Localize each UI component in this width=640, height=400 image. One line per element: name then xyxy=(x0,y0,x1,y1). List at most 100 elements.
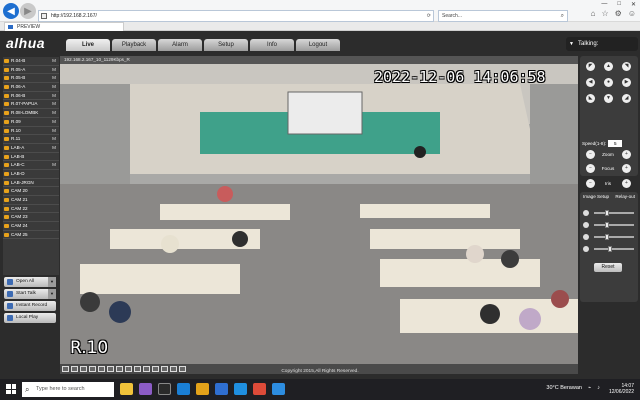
channel-label: R.05-A xyxy=(11,66,26,72)
channel-mark: M xyxy=(52,75,56,81)
app-icon[interactable] xyxy=(120,383,133,395)
folder-icon[interactable] xyxy=(196,383,209,395)
ptz-down-left-button[interactable]: ◣ xyxy=(586,94,595,103)
chevron-down-icon[interactable]: ▼ xyxy=(48,277,56,287)
channel-item[interactable]: R.06-B M xyxy=(3,92,59,101)
reset-button[interactable]: Reset xyxy=(594,263,622,272)
tab-bar: PREVIEW xyxy=(0,22,640,31)
ptz-left-button[interactable]: ◀ xyxy=(586,78,595,87)
iris-close-button[interactable]: − xyxy=(586,179,595,188)
focus-label: Focus xyxy=(601,166,615,171)
channel-item[interactable]: LAB-C M xyxy=(3,161,59,170)
talking-panel[interactable]: Talking: xyxy=(566,37,638,51)
ptz-up-right-button[interactable]: ◥ xyxy=(622,62,631,71)
ie-icon[interactable] xyxy=(234,383,247,395)
channel-label: R.05-B xyxy=(11,75,26,81)
zoom-icon[interactable] xyxy=(272,383,285,395)
zoom-in-button[interactable]: + xyxy=(622,150,631,159)
zoom-out-button[interactable]: − xyxy=(586,150,595,159)
refresh-icon[interactable]: ⟳ xyxy=(427,11,431,21)
channel-item[interactable]: R.07-PAPUA M xyxy=(3,100,59,110)
home-icon[interactable]: ⌂ xyxy=(591,9,596,18)
video-feed[interactable]: 2022-12-06 14:06:58 R.10 xyxy=(60,64,578,364)
channel-list: R.04-B M R.05-A M R.05-B M R.06-A M R.06-B M R.07-… xyxy=(3,57,59,275)
nav-setup[interactable]: Setup xyxy=(204,39,248,51)
talking-label: Talking: xyxy=(578,41,599,47)
tab-relay-out[interactable]: Relay-out xyxy=(615,194,635,199)
app-icon[interactable] xyxy=(139,383,152,395)
weather-text[interactable]: 30°C Berawan xyxy=(546,385,582,391)
channel-item[interactable]: R.09 M xyxy=(3,118,59,127)
focus-far-button[interactable]: + xyxy=(622,164,631,173)
ptz-up-left-button[interactable]: ◤ xyxy=(586,62,595,71)
logo-text: alhua xyxy=(6,35,46,51)
ptz-up-button[interactable]: ▲ xyxy=(604,62,613,71)
ptz-down-button[interactable]: ▼ xyxy=(604,94,613,103)
slider-knob[interactable] xyxy=(604,210,609,216)
smiley-icon[interactable]: ☺ xyxy=(628,9,636,18)
channel-item[interactable]: CAM 22 xyxy=(3,205,59,214)
edge-icon[interactable] xyxy=(177,383,190,395)
nav-logout[interactable]: Logout xyxy=(296,39,340,51)
channel-item[interactable]: LAB-B xyxy=(3,153,59,162)
channel-item[interactable]: R.05-A M xyxy=(3,66,59,75)
volume-icon[interactable]: ♪ xyxy=(597,385,600,391)
close-icon[interactable]: ✕ xyxy=(631,1,636,8)
instant-record-button[interactable]: Instant Record xyxy=(4,301,56,311)
channel-item[interactable]: CAM 20 xyxy=(3,187,59,196)
channel-item[interactable]: R.11 M xyxy=(3,135,59,144)
channel-item[interactable]: LAB-A M xyxy=(3,144,59,153)
channel-item[interactable]: LAB-JRGN xyxy=(3,179,59,188)
search-box[interactable]: Search... ⌕ xyxy=(438,10,568,22)
network-icon[interactable]: ⌁ xyxy=(588,385,591,391)
tab-image-setup[interactable]: Image Setup xyxy=(583,194,609,199)
channel-item[interactable]: CAM 25 xyxy=(3,231,59,240)
task-view-icon[interactable] xyxy=(158,383,171,395)
contrast-slider[interactable] xyxy=(594,222,634,228)
channel-item[interactable]: R.04-B M xyxy=(3,57,59,66)
windows-start-icon[interactable] xyxy=(6,384,16,394)
gear-icon[interactable]: ⚙ xyxy=(615,9,622,18)
slider-knob[interactable] xyxy=(604,234,609,240)
ptz-right-button[interactable]: ▶ xyxy=(622,78,631,87)
speed-select[interactable]: 5 xyxy=(608,140,623,147)
channel-item[interactable]: R.10 M xyxy=(3,127,59,136)
clock[interactable]: 14:07 12/06/2022 xyxy=(609,383,634,395)
minimize-icon[interactable]: — xyxy=(601,1,607,8)
slider-knob[interactable] xyxy=(604,222,609,228)
star-icon[interactable]: ☆ xyxy=(601,9,608,18)
channel-item[interactable]: R.06-A M xyxy=(3,83,59,92)
chevron-down-icon[interactable]: ▼ xyxy=(48,289,56,299)
iris-open-button[interactable]: + xyxy=(622,179,631,188)
nav-info[interactable]: Info xyxy=(250,39,294,51)
slider-knob[interactable] xyxy=(608,246,613,252)
tab-preview[interactable]: PREVIEW xyxy=(4,22,124,31)
search-icon[interactable]: ⌕ xyxy=(561,11,564,21)
ptz-down-right-button[interactable]: ◢ xyxy=(622,94,631,103)
local-play-button[interactable]: Local Play xyxy=(4,313,56,323)
open-all-button[interactable]: Open All ▼ xyxy=(4,277,56,287)
hue-slider[interactable] xyxy=(594,246,634,252)
address-bar[interactable]: http://192.168.2.167/ ⟳ xyxy=(38,10,434,22)
channel-item[interactable]: R.08-LOMBK M xyxy=(3,109,59,118)
brightness-icon xyxy=(583,210,589,216)
channel-item[interactable]: CAM 23 xyxy=(3,213,59,223)
channel-item[interactable]: LAB-D xyxy=(3,170,59,179)
brightness-slider[interactable] xyxy=(594,210,634,216)
ptz-center-button[interactable]: ● xyxy=(604,78,613,87)
forward-button[interactable]: ▶ xyxy=(20,3,36,19)
saturation-slider[interactable] xyxy=(594,234,634,240)
focus-near-button[interactable]: − xyxy=(586,164,595,173)
channel-item[interactable]: CAM 21 xyxy=(3,196,59,205)
nav-playback[interactable]: Playback xyxy=(112,39,156,51)
chrome-icon[interactable] xyxy=(253,383,266,395)
back-button[interactable]: ◀ xyxy=(3,3,19,19)
mail-icon[interactable] xyxy=(215,383,228,395)
nav-live[interactable]: Live xyxy=(66,39,110,51)
start-talk-button[interactable]: Start Talk ▼ xyxy=(4,289,56,299)
channel-item[interactable]: CAM 24 xyxy=(3,222,59,231)
channel-item[interactable]: R.05-B M xyxy=(3,74,59,84)
maximize-icon[interactable]: □ xyxy=(617,1,621,8)
taskbar-search[interactable]: Type here to search xyxy=(22,382,114,397)
nav-alarm[interactable]: Alarm xyxy=(158,39,202,51)
